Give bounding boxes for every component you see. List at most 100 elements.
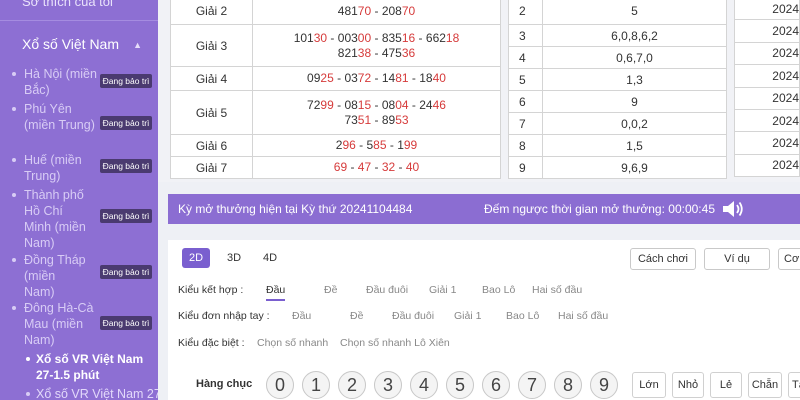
table-row[interactable]: 2024 <box>734 153 800 178</box>
sidebar-item-hanoi[interactable]: Hà Nội (miền Bắc) Đang bảo trì <box>12 66 154 98</box>
how-to-play-button[interactable]: Cách chơi <box>630 248 696 270</box>
number-ball-0[interactable]: 0 <box>266 371 294 399</box>
number-head: 835 <box>381 30 402 45</box>
quick-small-button[interactable]: Nhỏ <box>672 372 704 398</box>
sidebar-item-label: Đông Hà-Cà Mau (miền Nam) <box>24 301 94 347</box>
speaker-icon[interactable] <box>720 198 744 220</box>
option-hai-so-dau[interactable]: Hai số đầu <box>532 284 582 296</box>
sidebar-item-hue[interactable]: Huế (miền Trung) Đang bảo trì <box>12 152 154 184</box>
sidebar-item-label: Xổ số VR Việt Nam 27-1.5 phút <box>36 352 144 382</box>
table-row[interactable]: 2024 <box>734 19 800 43</box>
option-giai-1[interactable]: Giải 1 <box>454 310 481 322</box>
option-bao-lo[interactable]: Bao Lô <box>482 284 515 296</box>
quick-big-button[interactable]: Lớn <box>632 372 666 398</box>
table-row[interactable]: 2024 <box>734 108 800 133</box>
prize-number-line: 296 - 585 - 199 <box>253 138 500 153</box>
combo-type-row: Kiểu kết hợp : Đầu Đề Đầu đuôi Giải 1 Ba… <box>178 284 798 304</box>
maintenance-badge: Đang bảo trì <box>100 316 152 330</box>
number-ball-5[interactable]: 5 <box>446 371 474 399</box>
table-row: 7 0,0,2 <box>508 112 727 135</box>
number-ball-8[interactable]: 8 <box>554 371 582 399</box>
quick-all-button[interactable]: Tấ <box>788 372 800 398</box>
row-label: Kiểu đơn nhập tay : <box>178 310 270 322</box>
number-ball-9[interactable]: 9 <box>590 371 618 399</box>
number-head: 24 <box>419 97 433 112</box>
number-separator: - <box>415 30 426 45</box>
row-label-tens: Hàng chục <box>196 378 253 390</box>
history-cell: 2024 <box>734 108 800 133</box>
number-ball-3[interactable]: 3 <box>374 371 402 399</box>
bullet-icon <box>12 158 16 162</box>
number-ball-4[interactable]: 4 <box>410 371 438 399</box>
digit-values: 0,0,2 <box>542 112 727 135</box>
sidebar-favorites[interactable]: Sở thích của tôi <box>22 0 113 9</box>
number-separator: - <box>371 3 382 18</box>
sidebar-item-hcm[interactable]: Thành phố Hồ Chí Minh (miền Nam) Đang bả… <box>12 187 154 251</box>
number-ball-1[interactable]: 1 <box>302 371 330 399</box>
row-label: Kiểu kết hợp : <box>178 284 244 296</box>
sidebar-item-vr-27-next[interactable]: Xổ số VR Việt Nam 27- <box>26 386 158 400</box>
more-button[interactable]: Cơ <box>778 248 800 270</box>
option-dau-duoi[interactable]: Đầu đuôi <box>392 310 434 322</box>
number-separator: - <box>408 97 420 112</box>
number-tail: 30 <box>313 30 328 45</box>
option-giai-1[interactable]: Giải 1 <box>429 284 456 296</box>
sidebar-item-label: Xổ số VR Việt Nam 27- <box>36 387 158 400</box>
digit-table: 25 3 6,0,8,6,2 4 0,6,7,0 5 1,3 69 7 0,0,2 81… <box>508 0 727 179</box>
sidebar-item-dong-ha[interactable]: Đông Hà-Cà Mau (miền Nam) Đang bảo trì <box>12 300 154 348</box>
number-separator: - <box>371 160 382 174</box>
option-de[interactable]: Đề <box>324 284 337 296</box>
option-quick-pick-lo-xien[interactable]: Chọn số nhanh Lô Xiên <box>340 337 450 349</box>
prize-numbers: 69 - 47 - 32 - 40 <box>252 156 501 179</box>
sidebar-item-dong-thap[interactable]: Đồng Tháp (miền Nam) Đang bảo trì <box>12 252 154 300</box>
page: Sở thích của tôi Xổ số Việt Nam ▲ Hà Nội… <box>0 0 800 400</box>
table-row[interactable]: 2024 <box>734 64 800 88</box>
sidebar-group-vietnam[interactable]: Xổ số Việt Nam ▲ <box>22 36 152 52</box>
prize-numbers: 0925 - 0372 - 1481 - 1840 <box>252 66 501 91</box>
bullet-icon <box>12 72 16 76</box>
table-row[interactable]: 2024 <box>734 0 800 21</box>
number-tail: 81 <box>395 71 409 85</box>
number-tail: 85 <box>373 138 387 152</box>
number-ball-2[interactable]: 2 <box>338 371 366 399</box>
bullet-icon <box>12 258 16 262</box>
caret-up-icon: ▲ <box>133 40 142 50</box>
number-ball-7[interactable]: 7 <box>518 371 546 399</box>
tab-2d[interactable]: 2D <box>182 248 210 268</box>
option-bao-lo[interactable]: Bao Lô <box>506 310 539 322</box>
option-dau[interactable]: Đầu <box>292 310 311 322</box>
digit-values: 1,5 <box>542 134 727 157</box>
maintenance-badge: Đang bảo trì <box>100 265 152 279</box>
bullet-icon <box>26 357 30 361</box>
sidebar-item-phu-yen[interactable]: Phú Yên (miền Trung) Đang bảo trì <box>12 101 154 133</box>
number-separator: - <box>408 71 420 85</box>
quick-even-button[interactable]: Chẵn <box>748 372 782 398</box>
option-dau[interactable]: Đầu <box>266 284 286 301</box>
option-dau-duoi[interactable]: Đầu đuôi <box>366 284 408 296</box>
option-hai-so-dau[interactable]: Hai số đầu <box>558 310 608 322</box>
option-quick-pick[interactable]: Chọn số nhanh <box>257 337 328 349</box>
table-row: Giải 2 48170 - 20870 <box>170 0 501 25</box>
number-tail: 53 <box>395 112 409 127</box>
table-row[interactable]: 2024 <box>734 131 800 155</box>
number-ball-6[interactable]: 6 <box>482 371 510 399</box>
table-row[interactable]: 2024 <box>734 86 800 110</box>
number-separator: - <box>327 30 338 45</box>
table-row: Giải 3 10130 - 00300 - 83516 - 66218 8213… <box>170 24 501 67</box>
number-separator: - <box>371 71 382 85</box>
tab-4d[interactable]: 4D <box>256 248 284 268</box>
number-head: 481 <box>337 3 358 18</box>
table-row[interactable]: 2024 <box>734 41 800 66</box>
number-separator: - <box>371 112 382 127</box>
number-tail: 70 <box>401 3 416 18</box>
table-row: 8 1,5 <box>508 134 727 157</box>
sidebar-item-vr-27[interactable]: Xổ số VR Việt Nam 27-1.5 phút <box>26 351 156 383</box>
example-button[interactable]: Ví dụ <box>704 248 770 270</box>
number-tail: 15 <box>357 97 372 112</box>
manual-entry-row: Kiểu đơn nhập tay : Đầu Đề Đầu đuôi Giải… <box>178 310 798 330</box>
digit-cell: 7 <box>508 112 543 135</box>
history-cell: 2024 <box>734 41 800 66</box>
quick-odd-button[interactable]: Lẻ <box>710 372 742 398</box>
tab-3d[interactable]: 3D <box>220 248 248 268</box>
option-de[interactable]: Đề <box>350 310 363 322</box>
